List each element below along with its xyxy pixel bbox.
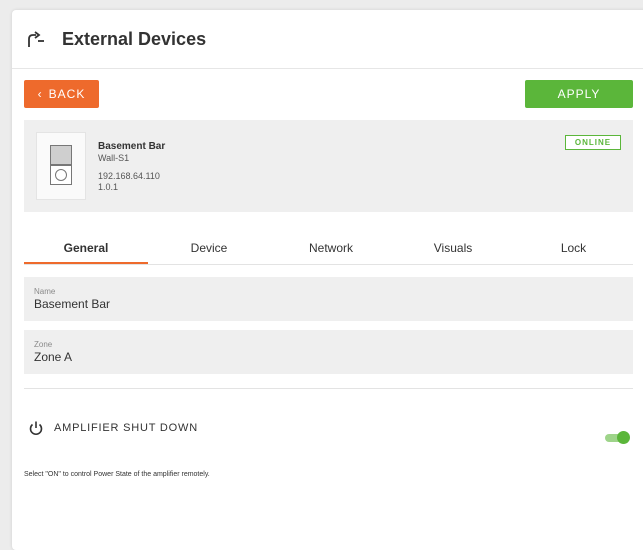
device-summary-panel: Basement Bar Wall-S1 192.168.64.110 1.0.… <box>24 120 633 212</box>
tab-network[interactable]: Network <box>270 238 392 262</box>
settings-tabs: General Device Network Visuals Lock <box>24 238 633 265</box>
external-devices-card: External Devices ‹ BACK APPLY Basement B… <box>12 10 643 550</box>
apply-button[interactable]: APPLY <box>525 80 633 108</box>
back-button[interactable]: ‹ BACK <box>24 80 99 108</box>
tab-visuals[interactable]: Visuals <box>392 238 514 262</box>
back-button-label: BACK <box>48 87 86 101</box>
amplifier-shutdown-toggle[interactable] <box>605 431 631 444</box>
amplifier-shutdown-title: AMPLIFIER SHUT DOWN <box>54 422 198 434</box>
device-model: Wall-S1 <box>98 153 130 163</box>
device-firmware-version: 1.0.1 <box>98 182 119 192</box>
status-badge: ONLINE <box>565 135 621 150</box>
amplifier-help-text: Select "ON" to control Power State of th… <box>24 471 210 478</box>
device-ip-address: 192.168.64.110 <box>98 171 160 181</box>
wall-panel-device-icon <box>36 132 86 200</box>
power-icon <box>29 421 43 436</box>
chevron-left-icon: ‹ <box>37 87 43 101</box>
external-devices-icon <box>28 31 44 47</box>
name-input[interactable] <box>34 297 334 311</box>
zone-input[interactable] <box>34 350 334 364</box>
page-header: External Devices <box>12 10 643 69</box>
section-divider <box>24 388 633 389</box>
zone-field-label: Zone <box>34 340 53 349</box>
device-name: Basement Bar <box>98 141 166 152</box>
name-field-label: Name <box>34 287 56 296</box>
name-field-container: Name <box>24 277 633 321</box>
page-title: External Devices <box>62 29 207 49</box>
tab-lock[interactable]: Lock <box>514 238 633 262</box>
toggle-thumb <box>617 431 630 444</box>
tab-device[interactable]: Device <box>148 238 270 262</box>
zone-field-container: Zone <box>24 330 633 374</box>
tab-general[interactable]: General <box>24 238 148 264</box>
